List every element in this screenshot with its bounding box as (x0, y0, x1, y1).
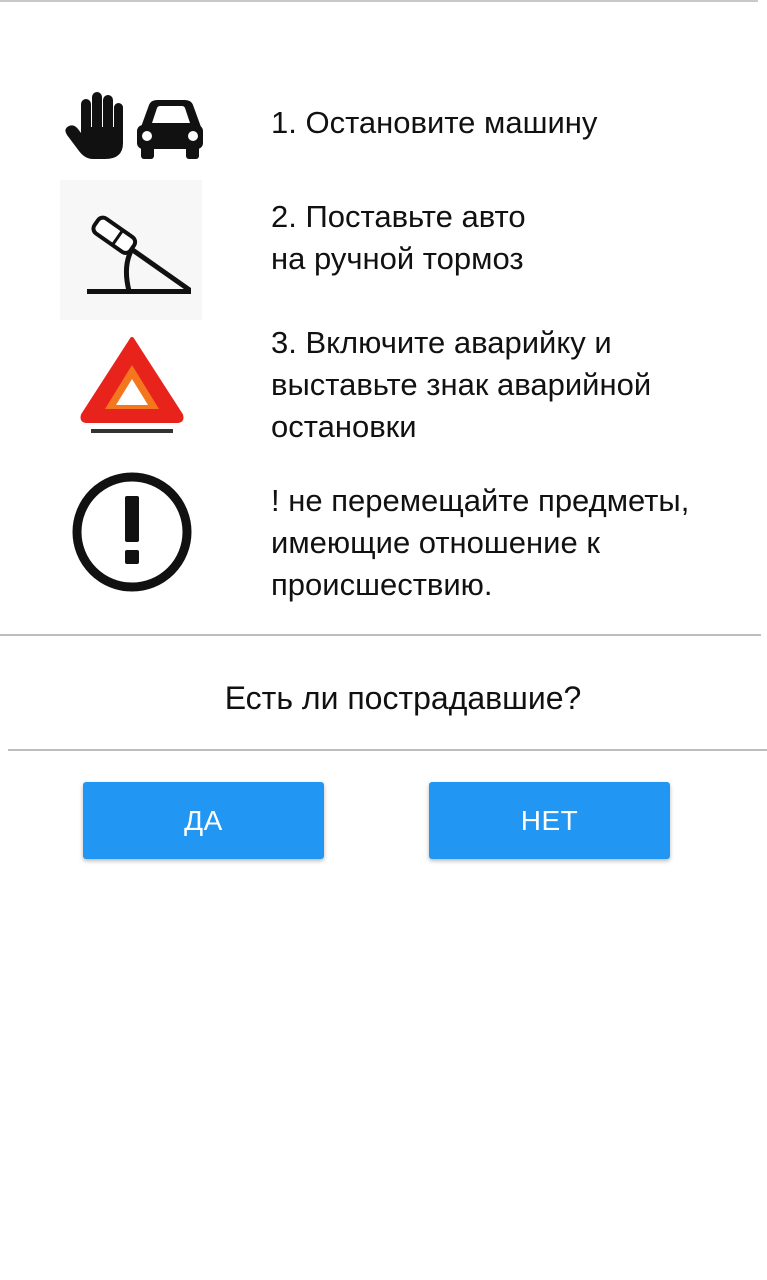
warning-icon-box (58, 470, 206, 594)
step-2-text: 2. Поставьте авто на ручной тормоз (271, 199, 526, 276)
step-3-text: 3. Включите аварийку и выставьте знак ав… (271, 325, 652, 444)
step-4-text: ! не перемещайте предметы, имеющие отнош… (271, 483, 690, 602)
top-divider (0, 0, 758, 2)
hazard-icon-box (58, 322, 206, 440)
yes-button[interactable]: ДА (83, 782, 324, 859)
instruction-step-hazard: 3. Включите аварийку и выставьте знак ав… (0, 322, 767, 452)
step-1-text: 1. Остановите машину (271, 105, 598, 140)
handbrake-icon-box (60, 180, 202, 320)
handbrake-icon (87, 215, 191, 294)
exclamation-circle-icon (72, 472, 192, 592)
section-divider-top (0, 634, 761, 636)
no-button[interactable]: НЕТ (429, 782, 670, 859)
instruction-step-stop-car: 1. Остановите машину (0, 80, 767, 170)
hand-and-car-icon (65, 92, 203, 159)
section-divider-bottom (8, 749, 767, 751)
instruction-step-warning: ! не перемещайте предметы, имеющие отнош… (0, 470, 767, 610)
instruction-step-handbrake: 2. Поставьте авто на ручной тормоз (0, 180, 767, 320)
stop-car-icon-group (58, 80, 206, 170)
warning-triangle-icon (80, 337, 184, 433)
injured-question: Есть ли пострадавшие? (224, 680, 582, 716)
